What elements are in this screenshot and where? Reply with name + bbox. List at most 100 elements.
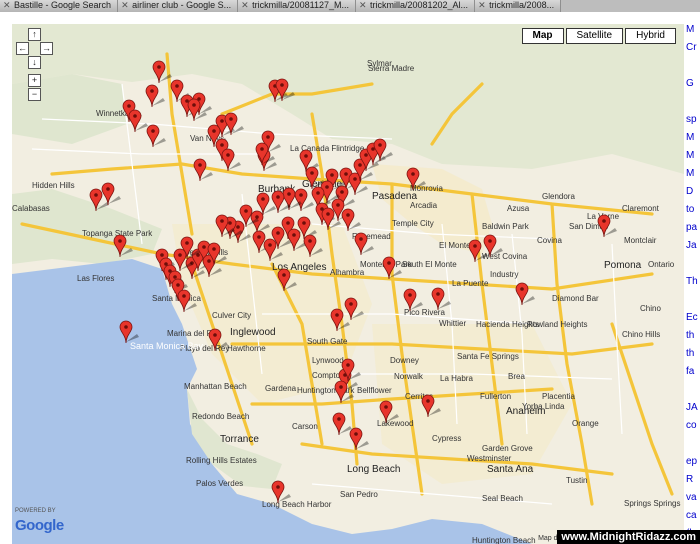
map-marker[interactable]: [406, 167, 426, 191]
side-panel-text: [686, 294, 700, 312]
browser-tab[interactable]: ✕ airliner club - Google S...: [118, 0, 239, 12]
map-marker[interactable]: [373, 138, 393, 162]
place-label: Garden Grove: [482, 444, 533, 453]
side-panel-text[interactable]: va: [686, 492, 700, 510]
map-marker[interactable]: [187, 98, 207, 122]
side-panel-text[interactable]: to: [686, 204, 700, 222]
marker-pin-icon: [349, 427, 369, 451]
map-marker[interactable]: [277, 268, 297, 292]
side-panel-text[interactable]: pa: [686, 222, 700, 240]
map-marker[interactable]: [145, 84, 165, 108]
side-panel-text[interactable]: M: [686, 132, 700, 150]
map-marker[interactable]: [382, 256, 402, 280]
map-marker[interactable]: [597, 214, 617, 238]
side-panel-text[interactable]: M: [686, 168, 700, 186]
pan-right-button[interactable]: →: [40, 42, 53, 55]
map-marker[interactable]: [303, 234, 323, 258]
map-marker[interactable]: [208, 328, 228, 352]
map-type-hybrid-button[interactable]: Hybrid: [625, 28, 676, 44]
map-marker[interactable]: [403, 288, 423, 312]
map-marker[interactable]: [177, 289, 197, 313]
map-marker[interactable]: [221, 148, 241, 172]
map-marker[interactable]: [468, 239, 488, 263]
place-label: Montclair: [624, 236, 657, 245]
map-marker[interactable]: [146, 124, 166, 148]
place-label: Anaheim: [506, 406, 546, 417]
map-type-satellite-button[interactable]: Satellite: [565, 28, 624, 44]
place-label: Claremont: [622, 204, 659, 213]
map-marker[interactable]: [483, 234, 503, 258]
browser-tab[interactable]: ✕ Bastille - Google Search: [0, 0, 119, 12]
place-label: South El Monte: [402, 260, 457, 269]
google-map[interactable]: Sylmar Winnetka Van Nuys Hidden Hills Calaba…: [12, 24, 684, 544]
close-icon[interactable]: ✕: [478, 0, 486, 11]
close-icon[interactable]: ✕: [3, 0, 11, 11]
map-marker[interactable]: [354, 232, 374, 256]
side-panel-text[interactable]: Ec: [686, 312, 700, 330]
side-panel-text[interactable]: fa: [686, 366, 700, 384]
pan-left-button[interactable]: ←: [16, 42, 29, 55]
map-marker[interactable]: [255, 142, 275, 166]
close-icon[interactable]: ✕: [241, 0, 249, 11]
map-marker[interactable]: [119, 320, 139, 344]
browser-tab[interactable]: ✕ trickmilla/2008...: [475, 0, 562, 12]
map-marker[interactable]: [193, 158, 213, 182]
side-panel-text[interactable]: th: [686, 348, 700, 366]
map-marker[interactable]: [515, 282, 535, 306]
side-panel-text[interactable]: ep: [686, 456, 700, 474]
map-marker[interactable]: [113, 234, 133, 258]
google-logo[interactable]: Google: [15, 517, 64, 534]
map-marker[interactable]: [101, 182, 121, 206]
place-label: Fullerton: [480, 392, 512, 401]
side-panel-text[interactable]: sp: [686, 114, 700, 132]
map-marker[interactable]: [128, 109, 148, 133]
close-icon[interactable]: ✕: [359, 0, 367, 11]
marker-pin-icon: [515, 282, 535, 306]
marker-pin-icon: [341, 358, 361, 382]
map-marker[interactable]: [349, 427, 369, 451]
place-label: Baldwin Park: [482, 222, 529, 231]
map-marker[interactable]: [330, 308, 350, 332]
side-panel-text[interactable]: M: [686, 150, 700, 168]
zoom-in-button[interactable]: +: [28, 74, 41, 87]
side-panel-text[interactable]: R: [686, 474, 700, 492]
browser-tab[interactable]: ✕ trickmilla/20081202_Al...: [356, 0, 476, 12]
close-icon[interactable]: ✕: [121, 0, 129, 11]
zoom-out-button[interactable]: −: [28, 88, 41, 101]
map-marker[interactable]: [180, 236, 200, 260]
pan-up-button[interactable]: ↑: [28, 28, 41, 41]
marker-pin-icon: [271, 480, 291, 504]
side-panel-text[interactable]: ca: [686, 510, 700, 528]
side-panel-text[interactable]: D: [686, 186, 700, 204]
map-marker[interactable]: [421, 394, 441, 418]
map-marker[interactable]: [271, 480, 291, 504]
pan-down-button[interactable]: ↓: [28, 56, 41, 69]
side-panel-text[interactable]: JA: [686, 402, 700, 420]
map-marker[interactable]: [275, 78, 295, 102]
side-panel-text[interactable]: co: [686, 420, 700, 438]
marker-pin-icon: [597, 214, 617, 238]
map-marker[interactable]: [207, 242, 227, 266]
place-label: Santa Fe Springs: [457, 352, 519, 361]
place-label: Redondo Beach: [192, 412, 250, 421]
map-marker[interactable]: [334, 380, 354, 404]
map-marker[interactable]: [215, 214, 235, 238]
map-marker[interactable]: [152, 60, 172, 84]
place-label: Brea: [508, 372, 525, 381]
place-label: Glendora: [542, 192, 575, 201]
side-panel-text[interactable]: Ja: [686, 240, 700, 258]
map-marker[interactable]: [431, 287, 451, 311]
map-marker[interactable]: [341, 358, 361, 382]
marker-pin-icon: [208, 328, 228, 352]
place-label: Covina: [537, 236, 562, 245]
side-panel-text[interactable]: M: [686, 24, 700, 42]
side-panel-text[interactable]: Th: [686, 276, 700, 294]
browser-tab[interactable]: ✕ trickmilla/20081127_M...: [238, 0, 356, 12]
side-panel-text[interactable]: th: [686, 330, 700, 348]
side-panel-text[interactable]: Cr: [686, 42, 700, 60]
map-marker[interactable]: [341, 208, 361, 232]
map-type-map-button[interactable]: Map: [521, 28, 564, 44]
map-marker[interactable]: [332, 412, 352, 436]
side-panel-text[interactable]: G: [686, 78, 700, 96]
map-marker[interactable]: [379, 400, 399, 424]
